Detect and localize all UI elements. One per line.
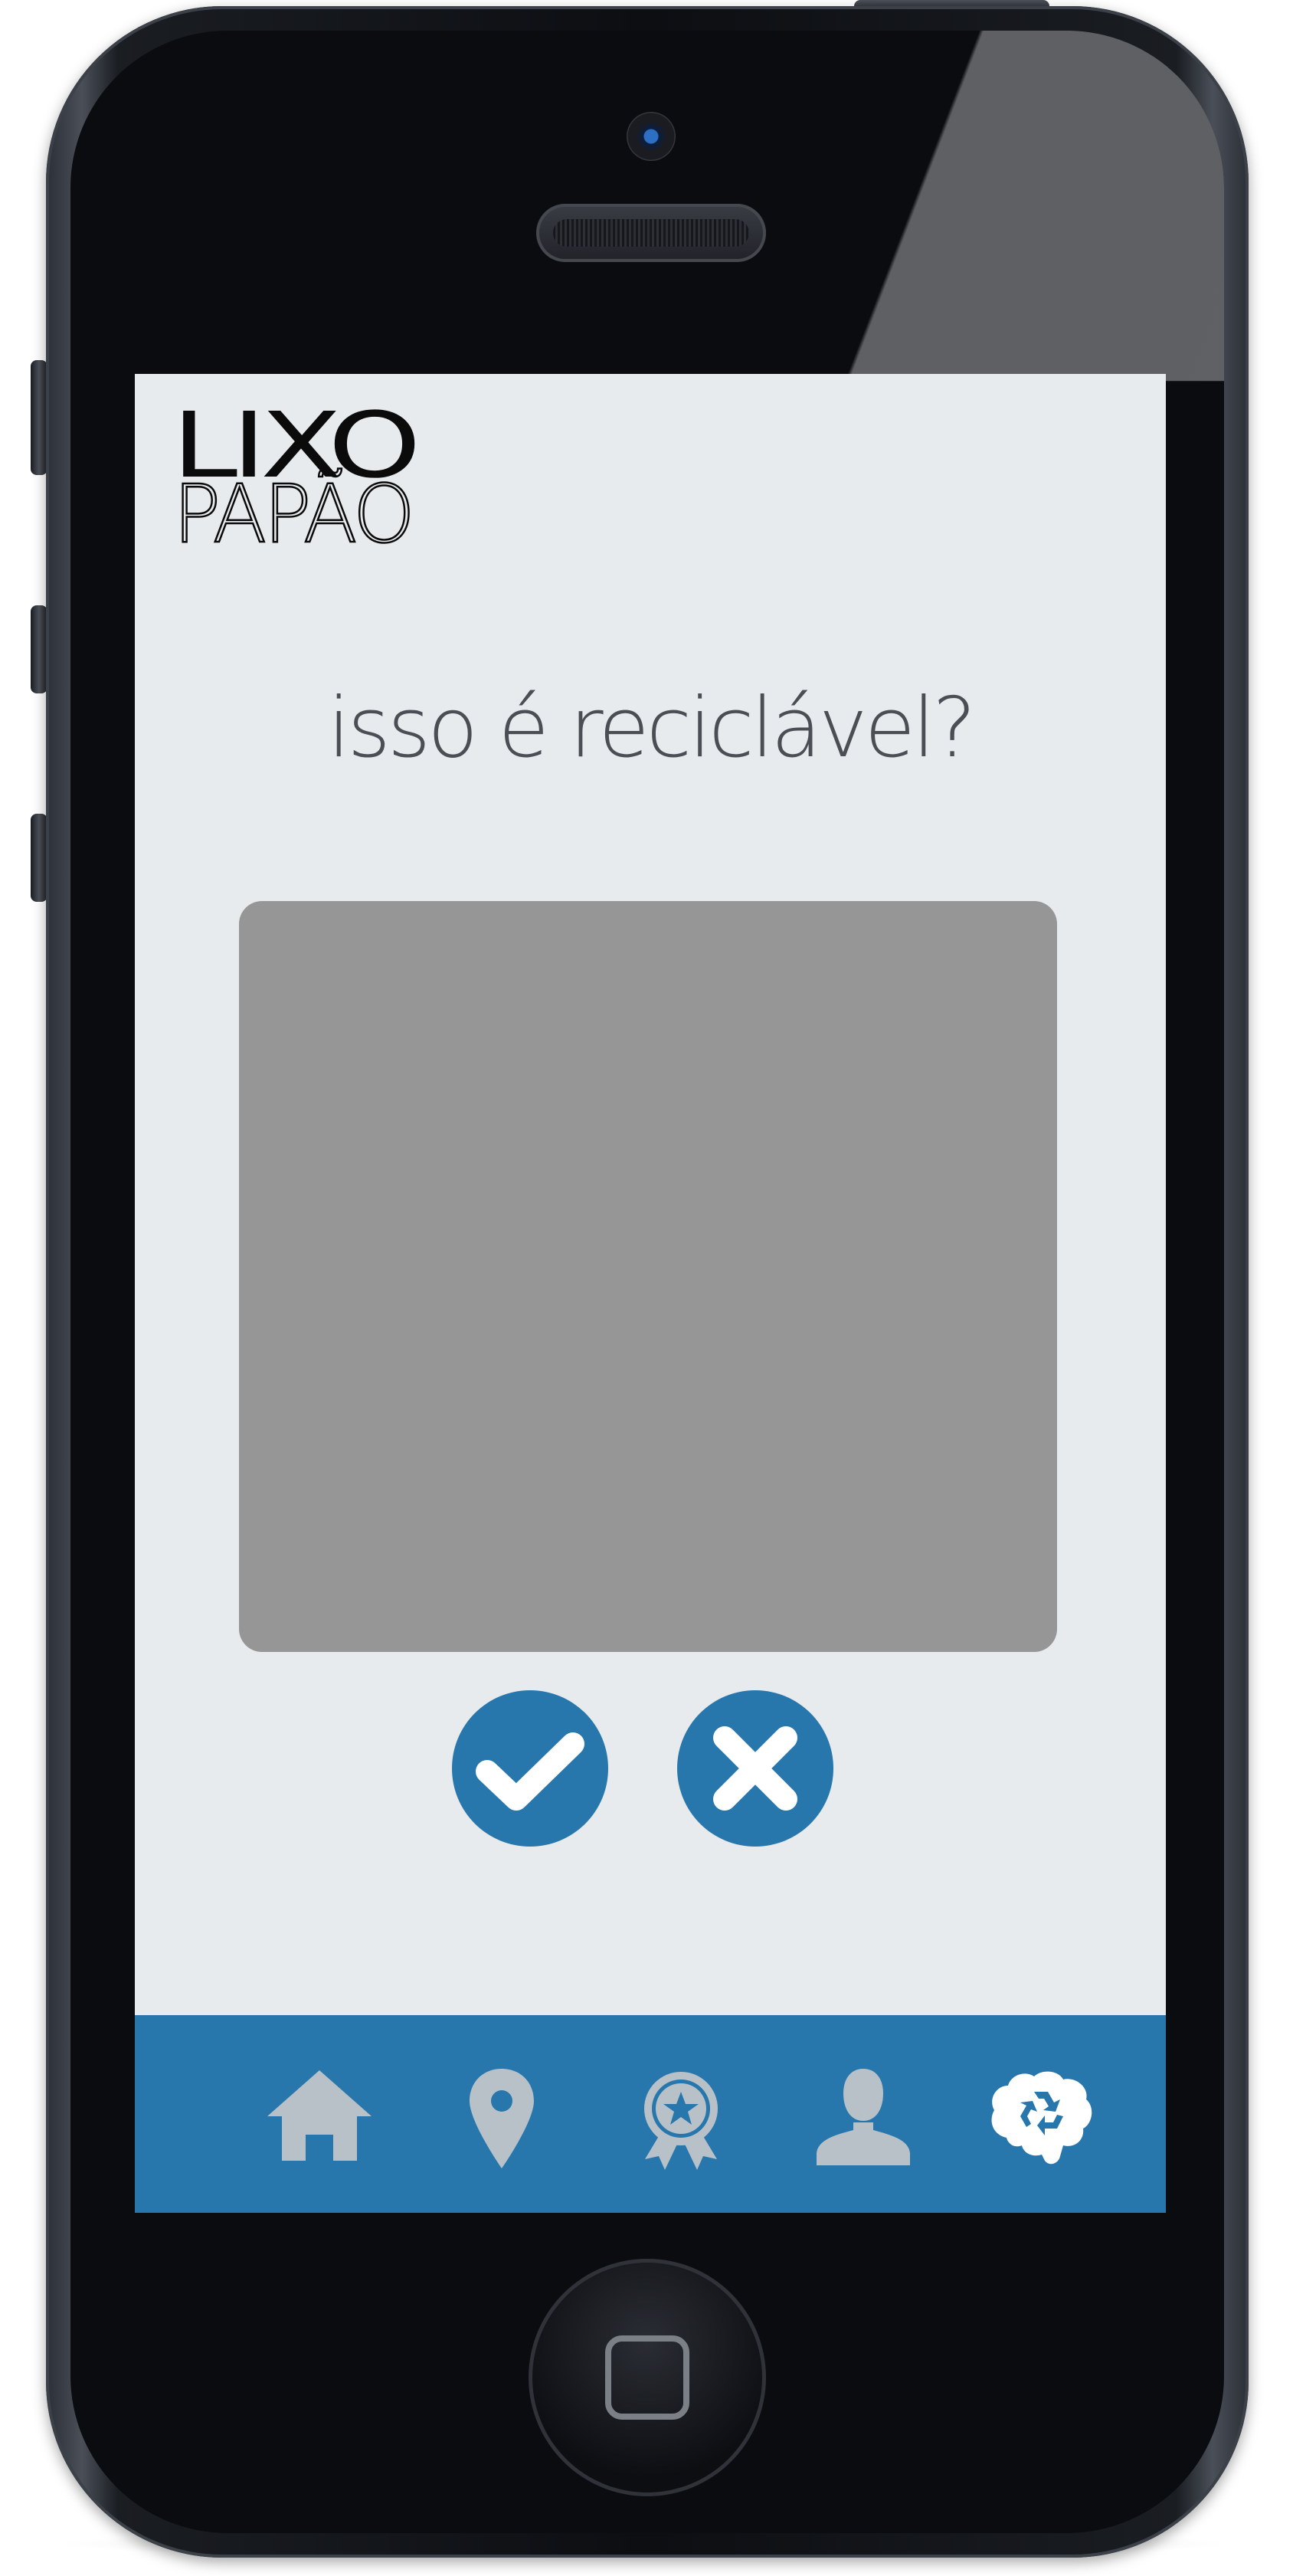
check-icon — [476, 1732, 584, 1811]
tab-recycle[interactable] — [984, 2061, 1098, 2176]
speaker-grill — [553, 219, 749, 247]
tab-profile[interactable] — [806, 2061, 921, 2176]
user-icon — [817, 2069, 910, 2165]
tab-map[interactable] — [444, 2061, 559, 2176]
confirm-recyclable-button[interactable] — [452, 1690, 608, 1847]
award-badge-icon — [644, 2072, 718, 2170]
earpiece-speaker — [536, 204, 766, 262]
app-logo: LIXO PAPÃO — [172, 400, 420, 546]
app-screen: LIXO PAPÃO isso é reciclável? — [135, 374, 1166, 2213]
map-pin-icon — [470, 2069, 534, 2168]
home-button[interactable] — [529, 2259, 766, 2496]
question-title: isso é reciclável? — [327, 680, 977, 776]
bottom-tab-bar — [135, 2015, 1166, 2213]
volume-up-button — [31, 605, 47, 693]
logo-line-2: PAPÃO — [173, 467, 412, 546]
front-camera — [627, 112, 676, 161]
recycle-brain-icon — [991, 2071, 1092, 2165]
reject-recyclable-button[interactable] — [677, 1690, 833, 1847]
tab-achievements[interactable] — [624, 2061, 738, 2176]
close-icon — [713, 1726, 797, 1811]
item-photo-placeholder — [239, 901, 1057, 1652]
mute-switch — [31, 360, 47, 475]
home-icon — [267, 2070, 372, 2161]
home-square-icon — [605, 2335, 689, 2420]
volume-down-button — [31, 814, 47, 902]
tab-home[interactable] — [262, 2061, 377, 2176]
